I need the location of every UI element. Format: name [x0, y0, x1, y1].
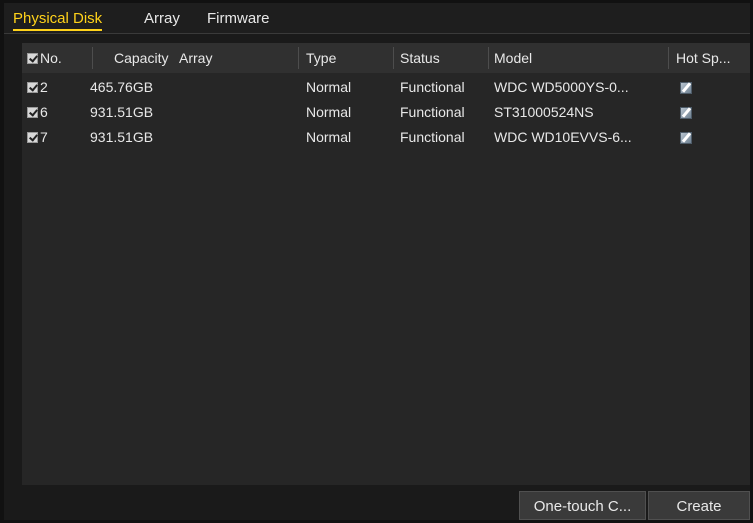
- column-divider[interactable]: [298, 47, 299, 69]
- physical-disk-table: No. Capacity Array Type Status Model Hot…: [22, 43, 750, 485]
- select-all-checkbox-icon[interactable]: [27, 53, 38, 64]
- disk-array: [179, 100, 289, 125]
- disk-type: Normal: [306, 79, 352, 95]
- table-header: No. Capacity Array Type Status Model Hot…: [22, 43, 750, 73]
- button-bar: One-touch C... Create: [4, 491, 750, 520]
- disk-array: [179, 125, 289, 150]
- column-divider[interactable]: [668, 47, 669, 69]
- disk-management-panel: Physical Disk Array Firmware No. Capacit…: [4, 3, 750, 520]
- tab-firmware[interactable]: Firmware: [207, 10, 270, 29]
- disk-status: Functional: [400, 79, 465, 95]
- column-header-type[interactable]: Type: [306, 43, 386, 73]
- disk-capacity: 931.51GB: [90, 129, 154, 145]
- create-button[interactable]: Create: [648, 491, 750, 520]
- disk-capacity: 931.51GB: [90, 104, 154, 120]
- column-header-no[interactable]: No.: [40, 43, 85, 73]
- disk-array: [179, 75, 289, 100]
- column-header-hot-spare[interactable]: Hot Sp...: [676, 43, 746, 73]
- disk-type: Normal: [306, 104, 352, 120]
- edit-icon[interactable]: [680, 107, 692, 119]
- column-header-capacity[interactable]: Capacity: [114, 43, 178, 73]
- tab-bar: Physical Disk Array Firmware: [4, 3, 750, 33]
- column-divider[interactable]: [488, 47, 489, 69]
- column-header-model[interactable]: Model: [494, 43, 644, 73]
- tab-divider: [4, 33, 750, 34]
- table-row[interactable]: 2 465.76GB Normal Functional WDC WD5000Y…: [22, 75, 750, 100]
- disk-model: WDC WD10EVVS-6...: [494, 129, 632, 145]
- disk-status: Functional: [400, 129, 465, 145]
- disk-number: 7: [40, 129, 48, 145]
- disk-number: 6: [40, 104, 48, 120]
- row-checkbox-icon[interactable]: [27, 132, 38, 143]
- edit-icon[interactable]: [680, 82, 692, 94]
- column-header-status[interactable]: Status: [400, 43, 480, 73]
- row-checkbox-icon[interactable]: [27, 107, 38, 118]
- disk-model: ST31000524NS: [494, 104, 594, 120]
- disk-type: Normal: [306, 129, 352, 145]
- disk-number: 2: [40, 79, 48, 95]
- disk-capacity: 465.76GB: [90, 79, 154, 95]
- column-header-array[interactable]: Array: [179, 43, 239, 73]
- one-touch-config-button[interactable]: One-touch C...: [519, 491, 646, 520]
- table-row[interactable]: 6 931.51GB Normal Functional ST31000524N…: [22, 100, 750, 125]
- tab-physical-disk[interactable]: Physical Disk: [13, 10, 103, 31]
- disk-status: Functional: [400, 104, 465, 120]
- disk-model: WDC WD5000YS-0...: [494, 79, 629, 95]
- tab-array[interactable]: Array: [144, 10, 180, 29]
- table-row[interactable]: 7 931.51GB Normal Functional WDC WD10EVV…: [22, 125, 750, 150]
- column-divider[interactable]: [92, 47, 93, 69]
- row-checkbox-icon[interactable]: [27, 82, 38, 93]
- column-divider[interactable]: [393, 47, 394, 69]
- edit-icon[interactable]: [680, 132, 692, 144]
